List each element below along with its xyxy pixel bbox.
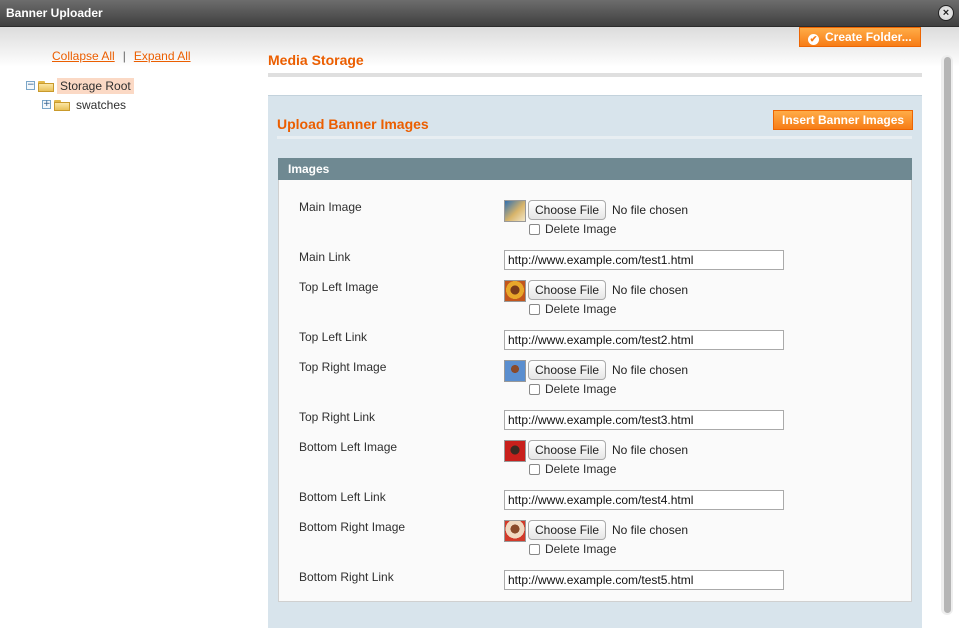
- bottom-left-image-delete[interactable]: Delete Image: [529, 462, 616, 476]
- top-right-image-thumbnail: [504, 360, 526, 382]
- top-right-image-choose-file-button[interactable]: Choose File: [528, 360, 607, 380]
- top-left-image-choose-file-button[interactable]: Choose File: [528, 280, 607, 300]
- tree-node-storage-root[interactable]: − Storage Root: [26, 76, 134, 95]
- folder-tree: − Storage Root + swatches: [26, 76, 134, 114]
- delete-image-label: Delete Image: [545, 302, 617, 316]
- bottom-left-link-input[interactable]: [504, 490, 784, 510]
- top-left-image-label: Top Left Image: [299, 280, 379, 294]
- main-image-file-status: No file chosen: [612, 203, 689, 217]
- top-left-image-delete[interactable]: Delete Image: [529, 302, 616, 316]
- delete-image-label: Delete Image: [545, 462, 617, 476]
- delete-checkbox[interactable]: [529, 543, 540, 555]
- delete-checkbox[interactable]: [529, 223, 540, 235]
- main-link-label: Main Link: [299, 250, 351, 264]
- main-link-input[interactable]: [504, 250, 784, 270]
- tree-node-label[interactable]: swatches: [73, 97, 129, 113]
- folder-icon: [54, 99, 70, 111]
- main-image-delete[interactable]: Delete Image: [529, 222, 616, 236]
- main-image-label: Main Image: [299, 200, 362, 214]
- fieldset-header: Images: [278, 158, 912, 180]
- bottom-left-link-label: Bottom Left Link: [299, 490, 386, 504]
- expand-toggle-icon[interactable]: +: [42, 100, 51, 109]
- bottom-right-image-thumbnail: [504, 520, 526, 542]
- collapse-all-link[interactable]: Collapse All: [52, 49, 115, 63]
- checkmark-circle-icon: ✔: [808, 34, 819, 45]
- upload-title: Upload Banner Images: [277, 116, 429, 132]
- expand-all-link[interactable]: Expand All: [134, 49, 191, 63]
- page-title: Media Storage: [268, 52, 364, 68]
- bottom-right-image-file-status: No file chosen: [612, 523, 689, 537]
- close-icon[interactable]: ×: [938, 5, 954, 21]
- folder-icon: [38, 80, 54, 92]
- top-right-image-file-status: No file chosen: [612, 363, 689, 377]
- tree-node-swatches[interactable]: + swatches: [42, 95, 134, 114]
- top-right-link-input[interactable]: [504, 410, 784, 430]
- top-right-link-label: Top Right Link: [299, 410, 376, 424]
- bottom-left-image-file-status: No file chosen: [612, 443, 689, 457]
- delete-checkbox[interactable]: [529, 463, 540, 475]
- bottom-left-image-thumbnail: [504, 440, 526, 462]
- images-fieldset: Main Image Choose File No file chosen De…: [278, 180, 912, 602]
- delete-checkbox[interactable]: [529, 303, 540, 315]
- bottom-right-image-delete[interactable]: Delete Image: [529, 542, 616, 556]
- create-folder-button[interactable]: ✔ Create Folder...: [799, 27, 921, 47]
- top-left-image-thumbnail: [504, 280, 526, 302]
- page-header: Media Storage: [268, 47, 922, 77]
- create-folder-label: Create Folder...: [825, 30, 912, 44]
- delete-image-label: Delete Image: [545, 542, 617, 556]
- insert-banner-images-button[interactable]: Insert Banner Images: [773, 110, 914, 130]
- bottom-right-image-label: Bottom Right Image: [299, 520, 406, 534]
- top-right-image-delete[interactable]: Delete Image: [529, 382, 616, 396]
- window-titlebar: Banner Uploader ×: [0, 0, 959, 27]
- main-image-thumbnail: [504, 200, 526, 222]
- bottom-left-image-label: Bottom Left Image: [299, 440, 398, 454]
- tree-controls: Collapse All | Expand All: [52, 49, 191, 63]
- scrollbar-thumb[interactable]: [944, 57, 951, 613]
- delete-image-label: Delete Image: [545, 382, 617, 396]
- window-title: Banner Uploader: [6, 6, 103, 20]
- top-left-image-file-status: No file chosen: [612, 283, 689, 297]
- bottom-left-image-choose-file-button[interactable]: Choose File: [528, 440, 607, 460]
- window-content: Collapse All | Expand All − Storage Root +…: [0, 27, 959, 628]
- sidebar: Collapse All | Expand All − Storage Root +…: [0, 27, 250, 628]
- tree-node-label[interactable]: Storage Root: [57, 77, 134, 94]
- delete-checkbox[interactable]: [529, 383, 540, 395]
- tree-controls-separator: |: [122, 49, 126, 63]
- top-right-image-label: Top Right Image: [299, 360, 387, 374]
- bottom-right-link-label: Bottom Right Link: [299, 570, 394, 584]
- collapse-toggle-icon[interactable]: −: [26, 81, 35, 90]
- top-left-link-input[interactable]: [504, 330, 784, 350]
- bottom-right-image-choose-file-button[interactable]: Choose File: [528, 520, 607, 540]
- delete-image-label: Delete Image: [545, 222, 617, 236]
- main-image-choose-file-button[interactable]: Choose File: [528, 200, 607, 220]
- top-left-link-label: Top Left Link: [299, 330, 368, 344]
- bottom-right-link-input[interactable]: [504, 570, 784, 590]
